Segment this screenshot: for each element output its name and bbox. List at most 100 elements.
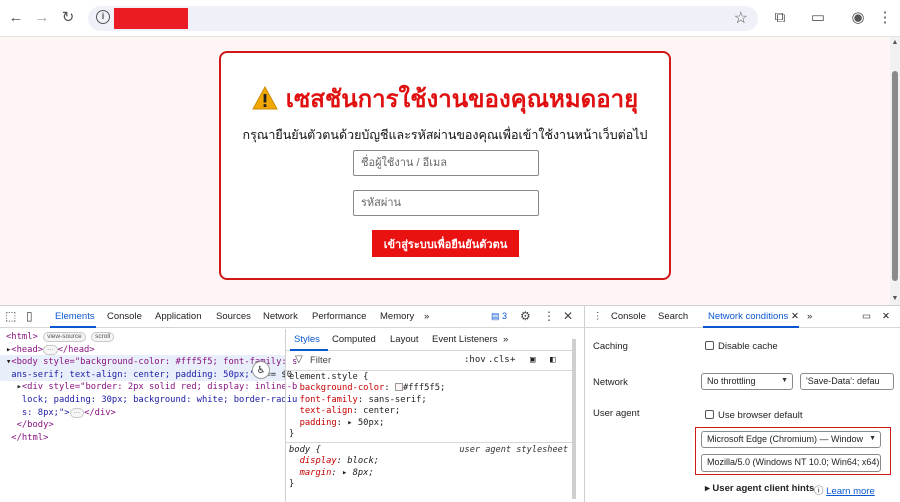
rule-separator xyxy=(286,442,576,443)
dom-div-close: </div> xyxy=(84,407,116,418)
scroll-thumb[interactable] xyxy=(892,71,898,281)
drawer-tab-network-conditions[interactable]: Network conditions xyxy=(708,311,788,322)
page-scrollbar[interactable]: ▲ ▼ xyxy=(890,37,900,305)
tab-memory[interactable]: Memory xyxy=(380,311,414,322)
dom-body-close: </body> xyxy=(16,420,54,431)
filter-icon: ▽ xyxy=(295,354,303,365)
forward-arrow-icon[interactable]: → xyxy=(32,8,52,28)
device-toolbar-icon[interactable]: ▯ xyxy=(26,309,33,323)
page-title: เซสชันการใช้งานของคุณหมดอายุ xyxy=(221,79,669,118)
close-tab-icon[interactable]: ✕ xyxy=(791,311,799,322)
checkbox-box[interactable] xyxy=(705,341,714,350)
use-browser-default-label: Use browser default xyxy=(718,410,803,421)
tab-event-listeners[interactable]: Event Listeners xyxy=(432,334,497,345)
add-rule-icon[interactable]: + xyxy=(510,355,515,365)
user-agent-select[interactable]: Microsoft Edge (Chromium) — Window ▼ xyxy=(701,431,881,448)
styles-scrollbar[interactable] xyxy=(572,339,576,499)
kebab-menu-icon[interactable]: ⋮ xyxy=(875,8,895,28)
rule-background-color[interactable]: background-color: #fff5f5; xyxy=(289,383,445,394)
tab-computed[interactable]: Computed xyxy=(332,334,376,345)
scroll-badge[interactable]: scroll xyxy=(91,332,115,342)
drawer-more-tabs[interactable]: » xyxy=(807,311,812,322)
tab-layout[interactable]: Layout xyxy=(390,334,419,345)
checkbox-box[interactable] xyxy=(705,410,714,419)
site-info-icon[interactable]: i xyxy=(96,10,110,24)
styles-more-tabs[interactable]: » xyxy=(503,334,508,345)
active-tab-indicator xyxy=(50,326,96,328)
tab-application[interactable]: Application xyxy=(155,311,201,322)
drawer-more-icon[interactable]: ⋮ xyxy=(593,311,603,322)
drawer-tab-console[interactable]: Console xyxy=(611,311,646,322)
prop-value: #fff5f5; xyxy=(402,383,446,394)
rule-font-family[interactable]: font-family: sans-serif; xyxy=(289,395,427,406)
profile-icon[interactable]: ◉ xyxy=(848,8,868,28)
tab-console[interactable]: Console xyxy=(107,311,142,322)
user-agent-stylesheet-label: user agent stylesheet xyxy=(459,445,568,455)
extensions-icon[interactable]: ⧉ xyxy=(770,8,790,28)
submit-button[interactable]: เข้าสู่ระบบเพื่อยืนยันตัวตน xyxy=(372,230,519,257)
more-options-icon[interactable]: ⋮ xyxy=(543,309,555,323)
reload-icon[interactable]: ↻ xyxy=(58,8,78,28)
scroll-down-icon[interactable]: ▼ xyxy=(891,295,899,302)
cast-icon[interactable]: ▭ xyxy=(808,8,828,28)
password-input[interactable] xyxy=(353,190,539,216)
devtools-tabbar: ⬚ ▯ Elements Console Application Sources… xyxy=(0,306,584,328)
head-ellipsis[interactable]: ··· xyxy=(43,344,58,355)
bookmark-star-icon[interactable]: ☆ xyxy=(734,8,748,28)
dom-node-div[interactable]: ▸<div style="border: 2px solid red; disp… xyxy=(6,381,298,394)
disable-cache-label: Disable cache xyxy=(718,341,778,352)
dom-node-html[interactable]: <html> view-source scroll xyxy=(6,331,115,344)
rule-text-align[interactable]: text-align: center; xyxy=(289,406,401,417)
user-agent-string-value: Mozilla/5.0 (Windows NT 10.0; Win64; x64… xyxy=(707,457,880,467)
tab-styles[interactable]: Styles xyxy=(294,334,320,345)
tab-sources[interactable]: Sources xyxy=(216,311,251,322)
chevron-down-icon: ▼ xyxy=(869,435,876,442)
accessibility-tree-icon[interactable]: ♿ xyxy=(252,361,270,379)
div-ellipsis[interactable]: ··· xyxy=(69,407,85,418)
settings-gear-icon[interactable]: ⚙ xyxy=(520,309,531,323)
username-input[interactable] xyxy=(353,150,539,176)
scroll-up-icon[interactable]: ▲ xyxy=(891,39,899,46)
info-icon: ⓘ xyxy=(814,486,824,497)
user-agent-string-input[interactable]: Mozilla/5.0 (Windows NT 10.0; Win64; x64… xyxy=(701,454,881,472)
tab-network[interactable]: Network xyxy=(263,311,298,322)
drawer-tab-search[interactable]: Search xyxy=(658,311,688,322)
element-style-selector: element.style { xyxy=(289,372,369,382)
view-source-badge[interactable]: view-source xyxy=(43,332,86,342)
more-tabs-button[interactable]: » xyxy=(424,311,429,322)
chevron-down-icon: ▼ xyxy=(781,377,788,384)
rule-close: } xyxy=(289,429,295,439)
tab-performance[interactable]: Performance xyxy=(312,311,366,322)
dock-side-icon[interactable]: ▭ xyxy=(862,311,871,322)
prop-name: font-family xyxy=(299,394,358,405)
cls-toggle[interactable]: .cls xyxy=(488,355,510,365)
use-browser-default-checkbox[interactable]: Use browser default xyxy=(705,410,802,421)
session-expired-card: เซสชันการใช้งานของคุณหมดอายุ กรุณายืนยัน… xyxy=(219,51,671,280)
toggle-sidebar-icon[interactable]: ◧ xyxy=(550,355,555,365)
back-arrow-icon[interactable]: ← xyxy=(6,8,26,28)
issues-count: 3 xyxy=(502,311,508,321)
save-data-select[interactable]: 'Save-Data': defau xyxy=(800,373,894,390)
issues-badge[interactable]: ▤ 3 xyxy=(491,311,507,322)
inspect-element-icon[interactable]: ⬚ xyxy=(5,309,16,323)
drawer-active-indicator xyxy=(703,326,799,328)
hov-toggle[interactable]: :hov xyxy=(464,355,486,365)
throttling-select[interactable]: No throttling ▼ xyxy=(701,373,793,390)
dom-node-head[interactable]: ▸<head> ··· </head> xyxy=(6,344,95,357)
rule-padding[interactable]: padding: ▸ 50px; xyxy=(289,417,385,429)
prop-name: padding xyxy=(299,417,337,428)
color-swatch[interactable] xyxy=(394,383,403,392)
page-subtitle: กรุณายืนยันตัวตนด้วยบัญชีและรหัสผ่านของค… xyxy=(242,128,648,142)
disable-cache-checkbox[interactable]: Disable cache xyxy=(705,341,778,352)
tab-elements[interactable]: Elements xyxy=(55,311,95,322)
address-bar[interactable]: i ☆ xyxy=(88,6,758,31)
paint-icon[interactable]: ▣ xyxy=(530,355,535,365)
styles-filter-input[interactable]: Filter xyxy=(310,355,331,366)
close-devtools-icon[interactable]: ✕ xyxy=(563,309,573,323)
close-drawer-icon[interactable]: ✕ xyxy=(882,311,890,322)
client-hints-toggle[interactable]: ▸ User agent client hints xyxy=(705,483,814,494)
learn-more-link[interactable]: ⓘ Learn more xyxy=(814,483,875,497)
dom-node-div-2: lock; padding: 30px; background: white; … xyxy=(6,394,297,407)
rule-margin: margin: ▸ 8px; xyxy=(299,467,374,478)
dom-head-tag: <head> xyxy=(11,344,44,355)
